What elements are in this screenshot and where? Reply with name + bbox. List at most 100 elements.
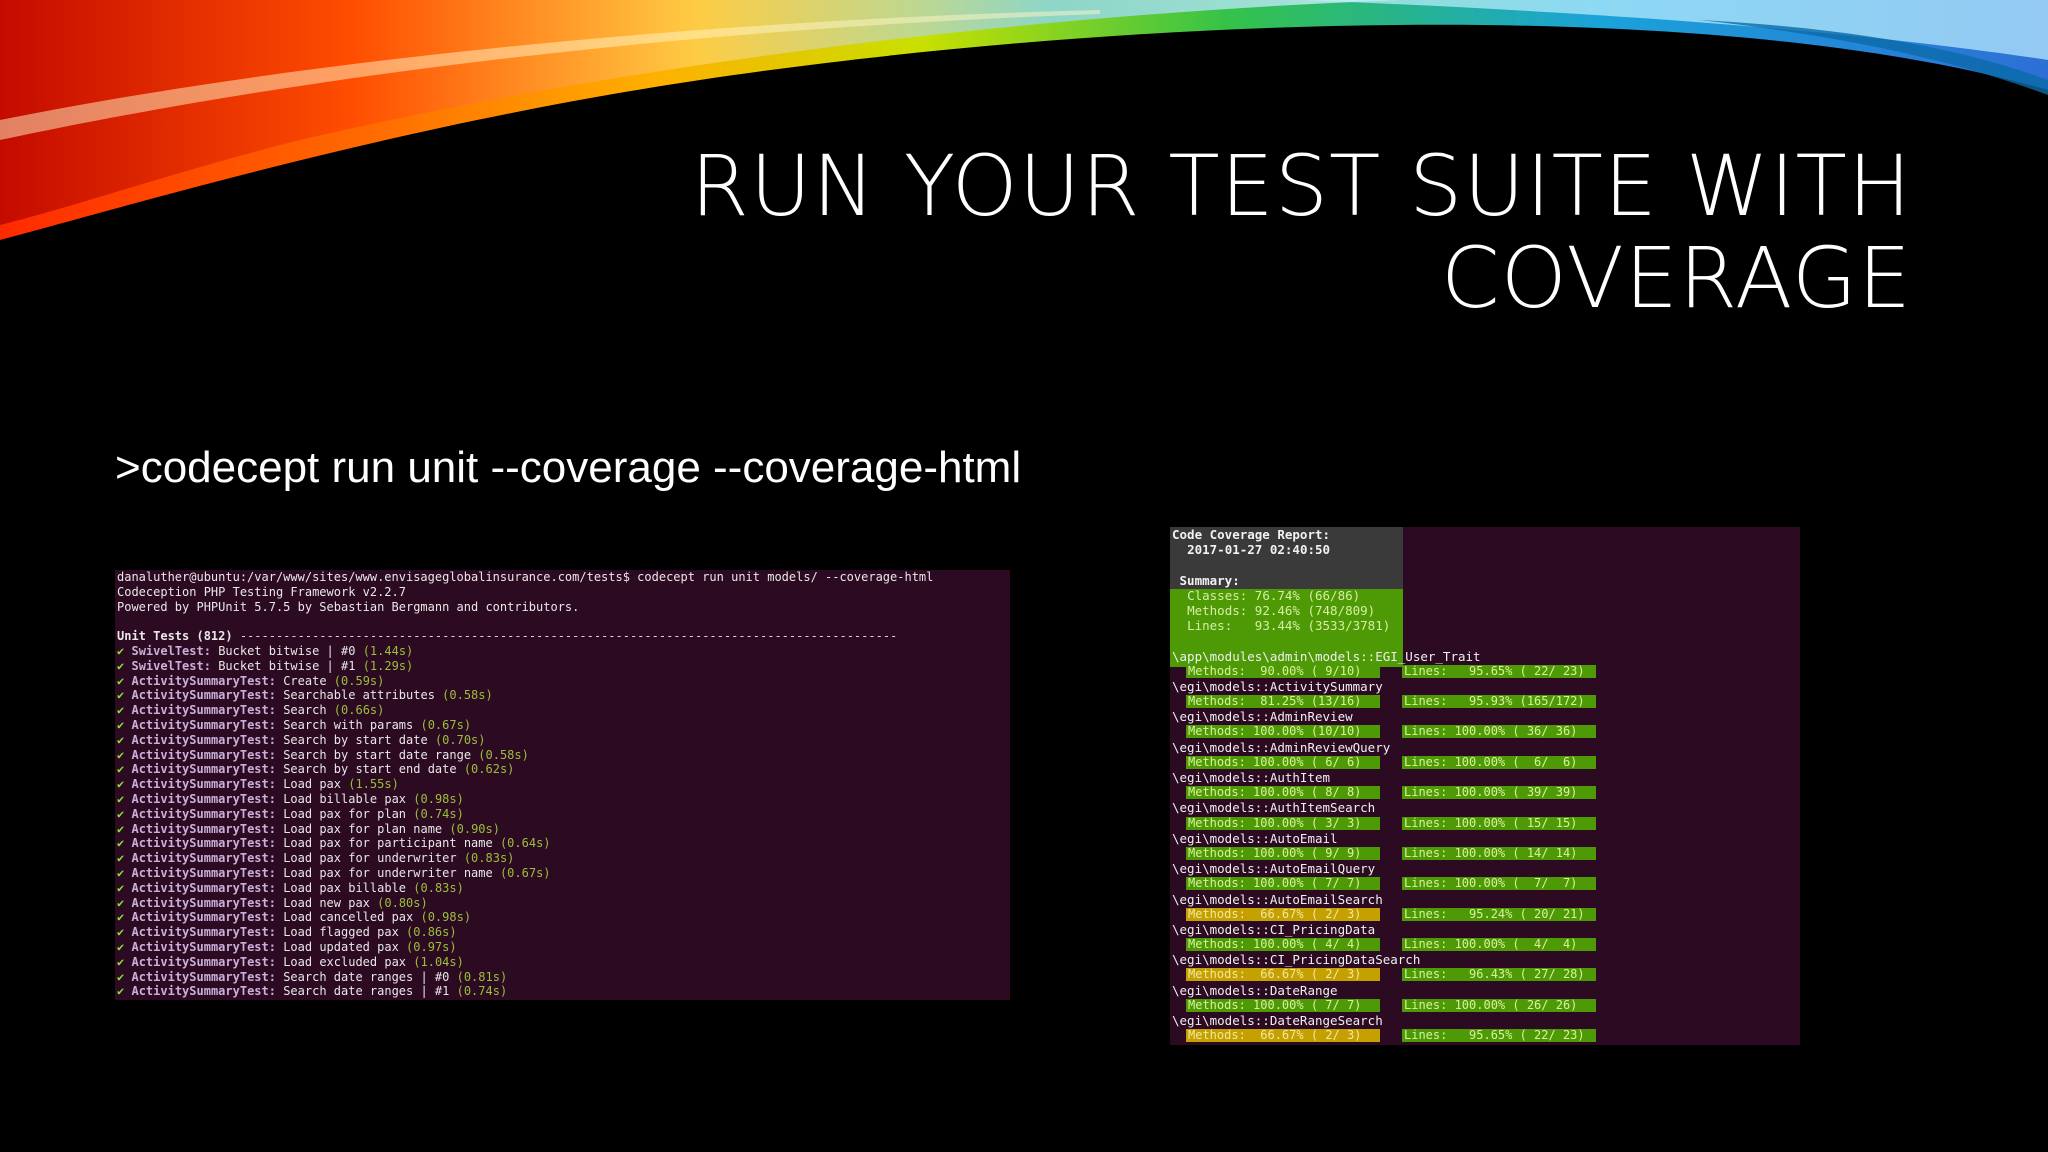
test-description: Search xyxy=(283,703,327,718)
check-icon: ✔ xyxy=(117,939,125,954)
banner-line: Powered by PHPUnit 5.7.5 by Sebastian Be… xyxy=(117,599,580,614)
check-icon: ✔ xyxy=(117,688,125,703)
check-icon: ✔ xyxy=(117,703,125,718)
test-class: ActivitySummaryTest: xyxy=(131,880,276,895)
test-duration: (0.70s) xyxy=(434,732,486,747)
test-description: Load pax xyxy=(283,777,341,792)
class-coverage-row: Methods: 100.00% ( 8/ 8) Lines: 100.00% (… xyxy=(1170,785,1800,800)
check-icon: ✔ xyxy=(117,673,125,688)
lines-coverage: Lines: 95.65% ( 22/ 23) xyxy=(1402,1029,1596,1043)
test-result-row: ✔ ActivitySummaryTest: Search (0.66s) xyxy=(117,703,1010,718)
lines-coverage: Lines: 95.93% (165/172) xyxy=(1402,695,1596,709)
check-icon: ✔ xyxy=(117,732,125,747)
methods-coverage: Methods: 66.67% ( 2/ 3) xyxy=(1186,968,1380,982)
banner-line: Codeception PHP Testing Framework v2.2.7 xyxy=(117,584,406,599)
test-result-row: ✔ SwivelTest: Bucket bitwise | #1 (1.29s… xyxy=(117,659,1010,674)
methods-coverage: Methods: 66.67% ( 2/ 3) xyxy=(1186,907,1380,921)
test-class: ActivitySummaryTest: xyxy=(131,910,276,925)
test-result-row: ✔ ActivitySummaryTest: Load cancelled pa… xyxy=(117,910,1010,925)
report-title: Code Coverage Report: xyxy=(1172,527,1331,542)
test-class: ActivitySummaryTest: xyxy=(131,984,276,999)
test-duration: (1.04s) xyxy=(413,954,464,969)
coverage-report-terminal: Code Coverage Report: 2017-01-27 02:40:5… xyxy=(1170,527,1800,1045)
test-description: Searchable attributes xyxy=(283,688,435,703)
test-duration: (0.98s) xyxy=(420,910,472,925)
check-icon: ✔ xyxy=(117,865,125,880)
command-text: >codecept run unit --coverage --coverage… xyxy=(115,443,1022,492)
lines-coverage: Lines: 100.00% ( 39/ 39) xyxy=(1402,786,1596,800)
class-name-row: \egi\models::DateRange xyxy=(1172,982,1338,998)
test-duration: (0.97s) xyxy=(406,939,457,954)
methods-coverage: Methods: 100.00% ( 8/ 8) xyxy=(1186,786,1380,800)
class-name-row: \egi\models::AutoEmail xyxy=(1172,830,1338,846)
test-description: Load pax billable xyxy=(283,880,407,895)
test-duration: (0.90s) xyxy=(449,821,500,836)
test-class: SwivelTest: xyxy=(131,658,211,673)
methods-coverage: Methods: 100.00% ( 4/ 4) xyxy=(1186,938,1380,952)
check-icon: ✔ xyxy=(117,851,125,866)
test-description: Search by start end date xyxy=(283,762,457,777)
test-class: SwivelTest: xyxy=(131,643,211,658)
test-result-row: ✔ ActivitySummaryTest: Load excluded pax… xyxy=(117,955,1010,970)
test-result-row: ✔ ActivitySummaryTest: Load flagged pax … xyxy=(117,925,1010,940)
test-duration: (0.67s) xyxy=(499,865,551,880)
test-result-row: ✔ ActivitySummaryTest: Load pax for plan… xyxy=(117,822,1010,837)
test-class: ActivitySummaryTest: xyxy=(131,865,276,880)
class-name-row: \egi\models::AutoEmailSearch xyxy=(1172,891,1383,907)
test-duration: (0.83s) xyxy=(413,880,464,895)
report-date: 2017-01-27 02:40:50 xyxy=(1187,542,1331,558)
class-coverage-list: \app\modules\admin\models::EGI_User_Trai… xyxy=(1170,649,1800,1044)
test-class: ActivitySummaryTest: xyxy=(131,954,276,969)
test-result-row: ✔ ActivitySummaryTest: Load pax (1.55s) xyxy=(117,777,1010,792)
test-description: Load pax for participant name xyxy=(283,836,493,851)
test-result-row: ✔ ActivitySummaryTest: Load pax for plan… xyxy=(117,807,1010,822)
test-description: Load pax for plan xyxy=(283,806,407,821)
class-coverage-row: Methods: 100.00% ( 3/ 3) Lines: 100.00% (… xyxy=(1170,816,1800,831)
class-coverage-row: Methods: 100.00% ( 4/ 4) Lines: 100.00% (… xyxy=(1170,937,1800,952)
class-name-row: \egi\models::AuthItem xyxy=(1172,770,1331,785)
check-icon: ✔ xyxy=(117,821,125,836)
test-result-row: ✔ ActivitySummaryTest: Search with param… xyxy=(117,718,1010,733)
test-duration: (1.29s) xyxy=(362,658,414,673)
check-icon: ✔ xyxy=(117,910,125,925)
test-duration: (0.81s) xyxy=(456,969,508,984)
methods-coverage: Methods: 100.00% ( 7/ 7) xyxy=(1186,877,1380,891)
test-result-row: ✔ ActivitySummaryTest: Search date range… xyxy=(117,984,1010,999)
class-coverage-row: Methods: 81.25% (13/16) Lines: 95.93% (16… xyxy=(1170,694,1800,709)
methods-coverage: Methods: 100.00% ( 9/ 9) xyxy=(1186,846,1380,860)
test-duration: (0.74s) xyxy=(456,984,508,999)
section-title: Unit Tests (812) xyxy=(117,629,233,644)
test-class: ActivitySummaryTest: xyxy=(131,717,276,732)
test-class: ActivitySummaryTest: xyxy=(131,836,276,851)
lines-coverage: Lines: 100.00% ( 36/ 36) xyxy=(1402,725,1596,739)
class-name-row: \egi\models::AutoEmailQuery xyxy=(1172,861,1376,877)
test-duration: (0.86s) xyxy=(406,925,457,940)
test-description: Load pax for underwriter xyxy=(283,851,457,866)
class-name-row: \egi\models::ActivitySummary xyxy=(1172,678,1383,694)
class-coverage-row: Methods: 66.67% ( 2/ 3) Lines: 95.65% ( 2… xyxy=(1170,1028,1800,1043)
summary-classes: Classes: 76.74% (66/86) xyxy=(1187,587,1361,603)
test-description: Search by start date range xyxy=(283,747,472,762)
class-name-row: \egi\models::AdminReview xyxy=(1172,709,1353,725)
test-result-row: ✔ ActivitySummaryTest: Create (0.59s) xyxy=(117,674,1010,689)
section-dashes: ----------------------------------------… xyxy=(239,629,898,644)
check-icon: ✔ xyxy=(117,762,125,777)
test-class: ActivitySummaryTest: xyxy=(131,851,276,866)
test-result-row: ✔ ActivitySummaryTest: Search by start d… xyxy=(117,748,1010,763)
test-description: Load pax for plan name xyxy=(283,821,443,836)
lines-coverage: Lines: 95.24% ( 20/ 21) xyxy=(1402,907,1596,921)
test-description: Bucket bitwise | #0 xyxy=(218,643,356,658)
class-coverage-row: Methods: 100.00% ( 6/ 6) Lines: 100.00% (… xyxy=(1170,755,1800,770)
test-result-row: ✔ ActivitySummaryTest: Load new pax (0.8… xyxy=(117,896,1010,911)
test-result-row: ✔ ActivitySummaryTest: Search by start d… xyxy=(117,733,1010,748)
check-icon: ✔ xyxy=(117,984,125,999)
test-duration: (0.58s) xyxy=(442,688,493,703)
test-description: Create xyxy=(283,673,327,688)
test-result-row: ✔ ActivitySummaryTest: Search by start e… xyxy=(117,762,1010,777)
methods-coverage: Methods: 100.00% (10/10) xyxy=(1186,725,1380,739)
class-coverage-row: Methods: 100.00% ( 9/ 9) Lines: 100.00% (… xyxy=(1170,846,1800,861)
check-icon: ✔ xyxy=(117,717,125,732)
class-coverage-row: Methods: 66.67% ( 2/ 3) Lines: 95.24% ( 2… xyxy=(1170,907,1800,922)
test-class: ActivitySummaryTest: xyxy=(131,777,276,792)
check-icon: ✔ xyxy=(117,836,125,851)
